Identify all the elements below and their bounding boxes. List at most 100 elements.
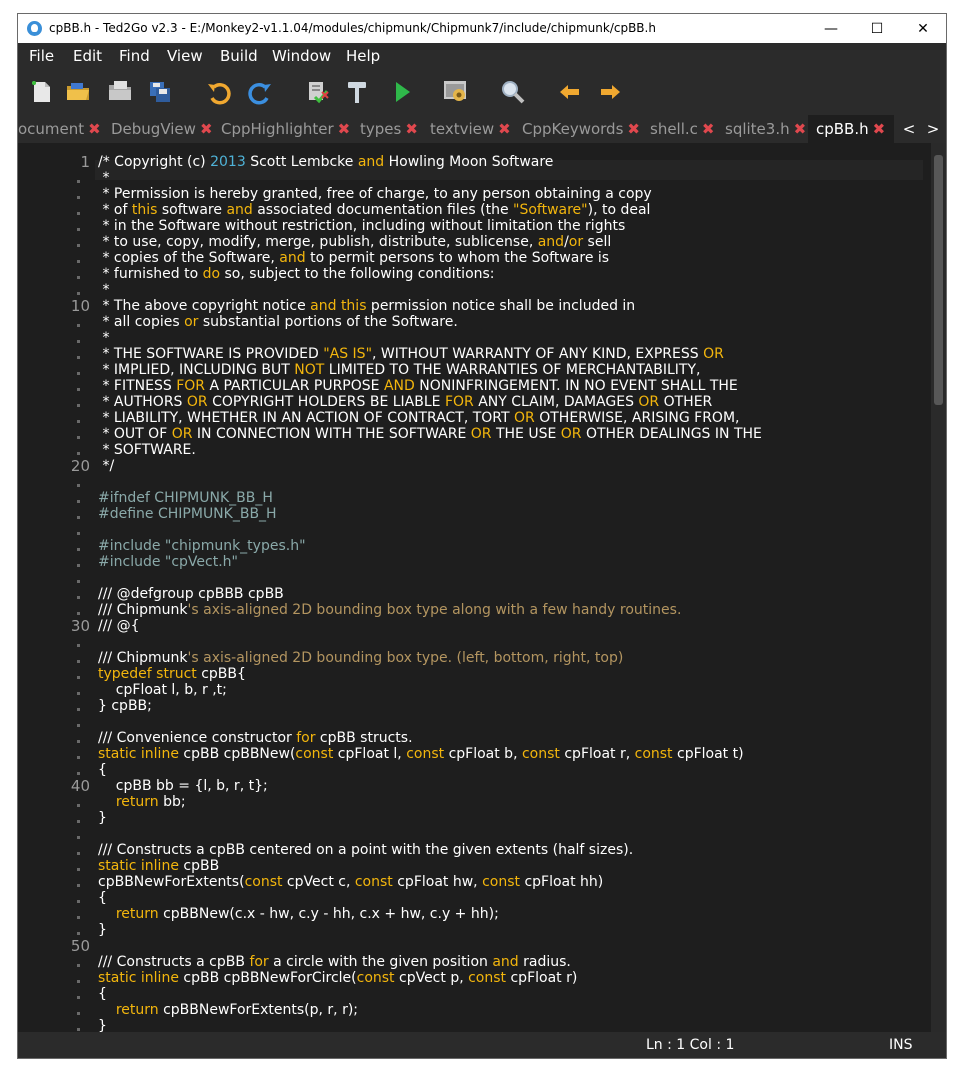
- code-line[interactable]: }: [98, 1018, 107, 1032]
- tab-cppkeywords[interactable]: CppKeywords ✖: [522, 115, 640, 143]
- close-icon[interactable]: ✖: [794, 120, 807, 138]
- close-button[interactable]: ✕: [900, 14, 946, 43]
- find-magnifier-icon[interactable]: [499, 78, 527, 106]
- tab-sqlite3-h[interactable]: sqlite3.h ✖: [725, 115, 806, 143]
- open-project-icon[interactable]: [106, 78, 134, 106]
- code-line[interactable]: * copies of the Software, and to permit …: [98, 250, 609, 266]
- code-line[interactable]: #ifndef CHIPMUNK_BB_H: [98, 490, 273, 506]
- tab-cpphighlighter[interactable]: CppHighlighter ✖: [221, 115, 350, 143]
- code-line[interactable]: /// Chipmunk's axis-aligned 2D bounding …: [98, 650, 623, 666]
- tab-debugview[interactable]: DebugView ✖: [111, 115, 213, 143]
- code-line[interactable]: * to use, copy, modify, merge, publish, …: [98, 234, 611, 250]
- open-folder-icon[interactable]: [64, 78, 92, 106]
- gutter-dot: [77, 724, 80, 727]
- tab-next-button[interactable]: >: [921, 115, 945, 143]
- code-line[interactable]: *: [98, 330, 109, 346]
- undo-icon[interactable]: [205, 78, 233, 106]
- code-token: {: [98, 762, 107, 778]
- code-line[interactable]: } cpBB;: [98, 698, 152, 714]
- menu-help[interactable]: Help: [346, 47, 380, 65]
- tab-document[interactable]: ocument ✖: [18, 115, 101, 143]
- tab-label: CppHighlighter: [221, 120, 334, 138]
- code-line[interactable]: cpBBNewForExtents(const cpVect c, const …: [98, 874, 603, 890]
- code-line[interactable]: * LIABILITY, WHETHER IN AN ACTION OF CON…: [98, 410, 739, 426]
- settings-gear-icon[interactable]: [442, 78, 470, 106]
- close-icon[interactable]: ✖: [200, 120, 213, 138]
- code-line[interactable]: #define CHIPMUNK_BB_H: [98, 506, 277, 522]
- line-number: 10: [70, 297, 90, 315]
- code-line[interactable]: {: [98, 986, 107, 1002]
- close-icon[interactable]: ✖: [627, 120, 640, 138]
- code-area[interactable]: /* Copyright (c) 2013 Scott Lembcke and …: [98, 143, 928, 1032]
- code-line[interactable]: * Permission is hereby granted, free of …: [98, 186, 651, 202]
- tab-textview[interactable]: textview ✖: [430, 115, 511, 143]
- code-line[interactable]: #include "cpVect.h": [98, 554, 238, 570]
- close-icon[interactable]: ✖: [338, 120, 351, 138]
- code-line[interactable]: /// @defgroup cpBBB cpBB: [98, 586, 284, 602]
- code-line[interactable]: * of this software and associated docume…: [98, 202, 650, 218]
- code-line[interactable]: typedef struct cpBB{: [98, 666, 246, 682]
- code-line[interactable]: *: [98, 170, 109, 186]
- redo-icon[interactable]: [246, 78, 274, 106]
- code-line[interactable]: * OUT OF OR IN CONNECTION WITH THE SOFTW…: [98, 426, 761, 442]
- code-line[interactable]: /* Copyright (c) 2013 Scott Lembcke and …: [98, 154, 553, 170]
- vertical-scrollbar[interactable]: [931, 143, 946, 1032]
- code-editor[interactable]: 1 10 20 30 40 50 /* Copyright (c) 2013 Scott …: [18, 143, 946, 1032]
- code-line[interactable]: * FITNESS FOR A PARTICULAR PURPOSE AND N…: [98, 378, 737, 394]
- code-token: FOR: [444, 394, 474, 410]
- menu-build[interactable]: Build: [220, 47, 258, 65]
- code-line[interactable]: /// Convenience constructor for cpBB str…: [98, 730, 413, 746]
- code-line[interactable]: * furnished to do so, subject to the fol…: [98, 266, 494, 282]
- code-line[interactable]: */: [98, 458, 114, 474]
- tab-shell-c[interactable]: shell.c ✖: [650, 115, 714, 143]
- code-line[interactable]: cpBB bb = {l, b, r, t};: [98, 778, 268, 794]
- code-line[interactable]: /// Constructs a cpBB for a circle with …: [98, 954, 571, 970]
- close-icon[interactable]: ✖: [498, 120, 511, 138]
- code-line[interactable]: return cpBBNew(c.x - hw, c.y - hh, c.x +…: [98, 906, 499, 922]
- code-line[interactable]: return cpBBNewForExtents(p, r, r);: [98, 1002, 358, 1018]
- close-icon[interactable]: ✖: [702, 120, 715, 138]
- build-hammer-icon[interactable]: [343, 78, 371, 106]
- code-line[interactable]: * IMPLIED, INCLUDING BUT NOT LIMITED TO …: [98, 362, 700, 378]
- code-line[interactable]: return bb;: [98, 794, 186, 810]
- close-icon[interactable]: ✖: [88, 120, 101, 138]
- code-line[interactable]: /// Constructs a cpBB centered on a poin…: [98, 842, 633, 858]
- code-line[interactable]: cpFloat l, b, r ,t;: [98, 682, 227, 698]
- code-line[interactable]: * SOFTWARE.: [98, 442, 195, 458]
- code-line[interactable]: {: [98, 890, 107, 906]
- menu-view[interactable]: View: [167, 47, 203, 65]
- code-line[interactable]: /// Chipmunk's axis-aligned 2D bounding …: [98, 602, 681, 618]
- forward-arrow-icon[interactable]: [596, 78, 624, 106]
- menu-edit[interactable]: Edit: [73, 47, 102, 65]
- code-line[interactable]: static inline cpBB cpBBNewForCircle(cons…: [98, 970, 577, 986]
- run-play-icon[interactable]: [388, 78, 416, 106]
- new-file-icon[interactable]: [28, 78, 56, 106]
- back-arrow-icon[interactable]: [556, 78, 584, 106]
- code-line[interactable]: }: [98, 922, 107, 938]
- maximize-button[interactable]: ☐: [854, 14, 900, 43]
- code-line[interactable]: * The above copyright notice and this pe…: [98, 298, 635, 314]
- minimize-button[interactable]: —: [808, 14, 854, 43]
- tab-cpbb-h[interactable]: cpBB.h ✖: [808, 115, 894, 143]
- save-all-icon[interactable]: [146, 78, 174, 106]
- code-line[interactable]: #include "chipmunk_types.h": [98, 538, 306, 554]
- code-line[interactable]: static inline cpBB: [98, 858, 219, 874]
- code-line[interactable]: * THE SOFTWARE IS PROVIDED "AS IS", WITH…: [98, 346, 723, 362]
- menu-find[interactable]: Find: [119, 47, 150, 65]
- scrollbar-thumb[interactable]: [934, 155, 943, 405]
- check-build-icon[interactable]: [304, 78, 332, 106]
- code-line[interactable]: }: [98, 810, 107, 826]
- tab-types[interactable]: types ✖: [360, 115, 418, 143]
- code-line[interactable]: * all copies or substantial portions of …: [98, 314, 457, 330]
- close-icon[interactable]: ✖: [405, 120, 418, 138]
- code-line[interactable]: {: [98, 762, 107, 778]
- menu-file[interactable]: File: [29, 47, 54, 65]
- code-line[interactable]: * in the Software without restriction, i…: [98, 218, 625, 234]
- code-line[interactable]: *: [98, 282, 109, 298]
- tab-prev-button[interactable]: <: [897, 115, 921, 143]
- menu-window[interactable]: Window: [272, 47, 331, 65]
- code-line[interactable]: /// @{: [98, 618, 140, 634]
- close-icon[interactable]: ✖: [873, 120, 886, 138]
- code-line[interactable]: static inline cpBB cpBBNew(const cpFloat…: [98, 746, 744, 762]
- code-line[interactable]: * AUTHORS OR COPYRIGHT HOLDERS BE LIABLE…: [98, 394, 712, 410]
